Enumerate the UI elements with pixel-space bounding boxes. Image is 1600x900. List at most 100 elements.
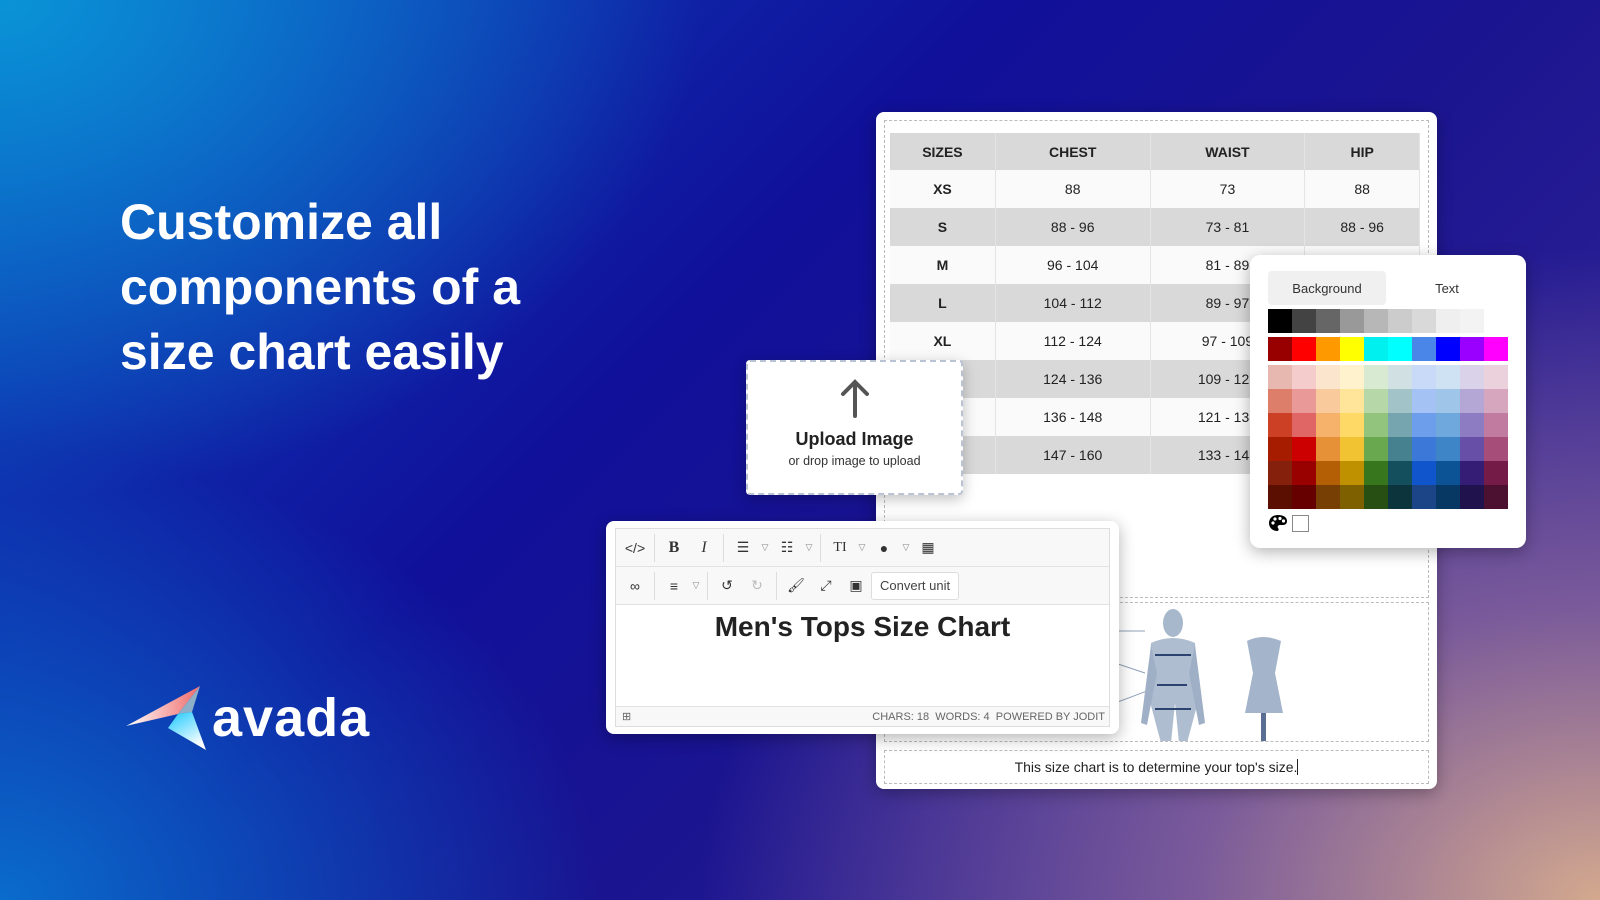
color-swatch[interactable] xyxy=(1316,485,1340,509)
caption-text[interactable]: This size chart is to determine your top… xyxy=(1015,759,1298,775)
color-swatch[interactable] xyxy=(1436,365,1460,389)
table-cell[interactable]: M xyxy=(890,246,996,284)
header-hip[interactable]: HIP xyxy=(1304,133,1420,170)
color-swatch[interactable] xyxy=(1460,461,1484,485)
table-cell[interactable]: 112 - 124 xyxy=(995,322,1151,360)
tab-text[interactable]: Text xyxy=(1386,271,1508,305)
color-swatch[interactable] xyxy=(1292,337,1316,361)
convert-unit-button[interactable]: Convert unit xyxy=(871,571,960,600)
table-cell[interactable]: XS xyxy=(890,170,996,208)
table-cell[interactable]: 73 - 81 xyxy=(1150,208,1306,246)
color-swatch[interactable] xyxy=(1388,337,1412,361)
undo-icon[interactable]: ↺ xyxy=(712,572,742,600)
color-swatch[interactable] xyxy=(1292,365,1316,389)
numbered-list-icon[interactable]: ☷ xyxy=(772,534,802,562)
color-swatch[interactable] xyxy=(1484,413,1508,437)
color-swatch[interactable] xyxy=(1268,337,1292,361)
color-swatch[interactable] xyxy=(1484,365,1508,389)
color-swatch[interactable] xyxy=(1292,461,1316,485)
table-cell[interactable]: 88 xyxy=(1304,170,1420,208)
redo-icon[interactable]: ↻ xyxy=(742,572,772,600)
color-swatch[interactable] xyxy=(1316,309,1340,333)
color-swatch[interactable] xyxy=(1412,337,1436,361)
color-swatch[interactable] xyxy=(1364,389,1388,413)
bullet-list-icon[interactable]: ☰ xyxy=(728,534,758,562)
color-swatch[interactable] xyxy=(1412,461,1436,485)
color-swatch[interactable] xyxy=(1340,337,1364,361)
color-swatch[interactable] xyxy=(1412,389,1436,413)
table-cell[interactable]: XL xyxy=(890,322,996,360)
resize-handle-icon[interactable]: ⊞ xyxy=(622,710,631,723)
color-swatch[interactable] xyxy=(1388,389,1412,413)
color-swatch[interactable] xyxy=(1388,437,1412,461)
table-cell[interactable]: 104 - 112 xyxy=(995,284,1151,322)
chevron-down-icon[interactable]: ▽ xyxy=(689,572,703,600)
format-painter-icon[interactable]: 🖌 xyxy=(781,572,811,600)
table-cell[interactable]: 96 - 104 xyxy=(995,246,1151,284)
chevron-down-icon[interactable]: ▽ xyxy=(899,534,913,562)
color-swatch[interactable] xyxy=(1364,437,1388,461)
powered-by-link[interactable]: POWERED BY JODIT xyxy=(996,711,1105,723)
color-swatch[interactable] xyxy=(1268,461,1292,485)
color-swatch[interactable] xyxy=(1412,485,1436,509)
color-swatch[interactable] xyxy=(1484,461,1508,485)
color-swatch[interactable] xyxy=(1484,437,1508,461)
color-swatch[interactable] xyxy=(1268,309,1292,333)
fullscreen-icon[interactable]: ⤢ xyxy=(811,572,841,600)
table-cell[interactable]: 124 - 136 xyxy=(995,360,1151,398)
color-swatch[interactable] xyxy=(1364,485,1388,509)
color-swatch[interactable] xyxy=(1292,413,1316,437)
color-swatch[interactable] xyxy=(1388,309,1412,333)
table-cell[interactable]: 147 - 160 xyxy=(995,436,1151,474)
color-swatch[interactable] xyxy=(1484,485,1508,509)
color-swatch[interactable] xyxy=(1364,309,1388,333)
italic-icon[interactable]: I xyxy=(689,534,719,562)
color-swatch[interactable] xyxy=(1436,389,1460,413)
color-swatch[interactable] xyxy=(1340,389,1364,413)
color-swatch[interactable] xyxy=(1412,309,1436,333)
color-swatch[interactable] xyxy=(1268,413,1292,437)
color-swatch[interactable] xyxy=(1316,389,1340,413)
color-swatch[interactable] xyxy=(1436,485,1460,509)
color-swatch[interactable] xyxy=(1340,485,1364,509)
color-swatch[interactable] xyxy=(1436,437,1460,461)
color-swatch[interactable] xyxy=(1292,437,1316,461)
tab-background[interactable]: Background xyxy=(1268,271,1386,305)
color-swatch[interactable] xyxy=(1292,309,1316,333)
header-chest[interactable]: CHEST xyxy=(995,133,1151,170)
color-swatch[interactable] xyxy=(1436,461,1460,485)
color-swatch[interactable] xyxy=(1460,337,1484,361)
color-swatch[interactable] xyxy=(1340,413,1364,437)
color-swatch[interactable] xyxy=(1460,437,1484,461)
upload-image-dropzone[interactable]: Upload Image or drop image to upload xyxy=(746,360,963,495)
color-swatch[interactable] xyxy=(1364,413,1388,437)
color-swatch[interactable] xyxy=(1460,413,1484,437)
table-cell[interactable]: 88 - 96 xyxy=(995,208,1151,246)
color-swatch[interactable] xyxy=(1340,461,1364,485)
table-cell[interactable]: L xyxy=(890,284,996,322)
color-swatch[interactable] xyxy=(1388,485,1412,509)
color-swatch[interactable] xyxy=(1412,437,1436,461)
color-swatch[interactable] xyxy=(1484,389,1508,413)
editor-content[interactable]: Men's Tops Size Chart xyxy=(616,605,1109,705)
color-swatch[interactable] xyxy=(1316,437,1340,461)
image-icon[interactable]: ▣ xyxy=(841,572,871,600)
color-swatch[interactable] xyxy=(1292,485,1316,509)
color-swatch[interactable] xyxy=(1412,413,1436,437)
content-title[interactable]: Men's Tops Size Chart xyxy=(715,611,1011,642)
color-swatch[interactable] xyxy=(1436,337,1460,361)
table-cell[interactable]: 88 - 96 xyxy=(1304,208,1420,246)
color-swatch[interactable] xyxy=(1292,389,1316,413)
color-swatch[interactable] xyxy=(1268,437,1292,461)
custom-color-swatch[interactable] xyxy=(1292,514,1309,532)
color-swatch[interactable] xyxy=(1268,389,1292,413)
color-drop-icon[interactable]: ● xyxy=(869,534,899,562)
chevron-down-icon[interactable]: ▽ xyxy=(802,534,816,562)
color-swatch[interactable] xyxy=(1436,309,1460,333)
color-swatch[interactable] xyxy=(1316,413,1340,437)
color-swatch[interactable] xyxy=(1484,309,1508,333)
bold-icon[interactable]: B xyxy=(659,534,689,562)
color-swatch[interactable] xyxy=(1388,461,1412,485)
color-swatch[interactable] xyxy=(1268,485,1292,509)
color-swatch[interactable] xyxy=(1364,461,1388,485)
